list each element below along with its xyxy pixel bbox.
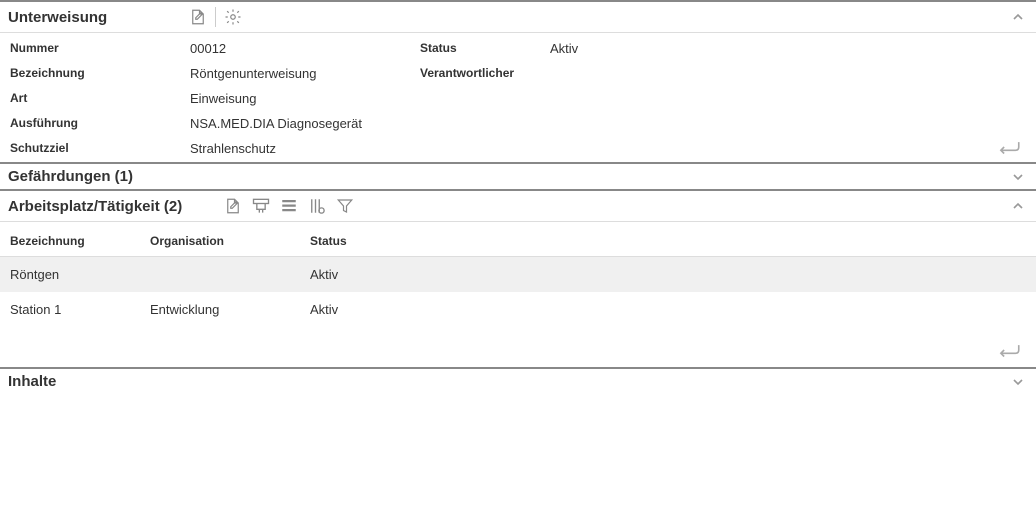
value-status: Aktiv [550,41,750,56]
label-verantwortlicher: Verantwortlicher [420,66,550,81]
panel-title-gefaehrdungen: Gefährdungen (1) [8,168,133,185]
collapse-toggle-arbeitsplatz[interactable] [1010,198,1026,214]
panel-title-unterweisung: Unterweisung [8,9,107,26]
table-row[interactable]: Station 1 Entwicklung Aktiv [0,292,1036,327]
col-organisation[interactable]: Organisation [140,226,300,257]
value-nummer: 00012 [190,41,420,56]
panel-title-inhalte: Inhalte [8,373,56,390]
cell-organisation: Entwicklung [140,292,300,327]
label-schutzziel: Schutzziel [10,141,190,156]
expand-toggle-inhalte[interactable] [1010,374,1026,390]
panel-header-arbeitsplatz: Arbeitsplatz/Tätigkeit (2) [0,191,1036,222]
columns-settings-icon[interactable] [306,195,328,217]
panel-header-unterweisung: Unterweisung [0,2,1036,33]
panel-body-arbeitsplatz: Bezeichnung Organisation Status Röntgen … [0,226,1036,367]
table-row[interactable]: Röntgen Aktiv [0,257,1036,293]
value-bezeichnung: Röntgenunterweisung [190,66,420,81]
cell-bezeichnung: Station 1 [0,292,140,327]
cell-status: Aktiv [300,257,1036,293]
label-status: Status [420,41,550,56]
value-ausfuehrung: NSA.MED.DIA Diagnosegerät [190,116,420,131]
cell-status: Aktiv [300,292,1036,327]
label-art: Art [10,91,190,106]
panel-body-unterweisung: Nummer 00012 Status Aktiv Bezeichnung Rö… [0,33,1036,162]
col-status[interactable]: Status [300,226,1036,257]
label-bezeichnung: Bezeichnung [10,66,190,81]
col-bezeichnung[interactable]: Bezeichnung [0,226,140,257]
panel-unterweisung: Unterweisung Nummer 00012 Status A [0,0,1036,162]
return-icon[interactable] [996,341,1022,359]
toolbar-divider [215,7,216,27]
return-icon[interactable] [996,138,1022,156]
panel-header-inhalte: Inhalte [0,369,1036,394]
arbeitsplatz-table: Bezeichnung Organisation Status Röntgen … [0,226,1036,327]
value-schutzziel: Strahlenschutz [190,141,420,156]
assign-icon[interactable] [250,195,272,217]
panel-inhalte: Inhalte [0,367,1036,394]
edit-icon[interactable] [187,6,209,28]
toolbar-unterweisung [187,6,244,28]
toolbar-arbeitsplatz [222,195,356,217]
edit-icon[interactable] [222,195,244,217]
list-icon[interactable] [278,195,300,217]
expand-toggle-gefaehrdungen[interactable] [1010,169,1026,185]
cell-organisation [140,257,300,293]
label-ausfuehrung: Ausführung [10,116,190,131]
panel-arbeitsplatz: Arbeitsplatz/Tätigkeit (2) [0,189,1036,367]
label-nummer: Nummer [10,41,190,56]
cell-bezeichnung: Röntgen [0,257,140,293]
panel-gefaehrdungen: Gefährdungen (1) [0,162,1036,189]
panel-header-gefaehrdungen: Gefährdungen (1) [0,164,1036,189]
value-verantwortlicher [550,66,750,81]
value-art: Einweisung [190,91,420,106]
filter-icon[interactable] [334,195,356,217]
collapse-toggle-unterweisung[interactable] [1010,9,1026,25]
gear-icon[interactable] [222,6,244,28]
panel-title-arbeitsplatz: Arbeitsplatz/Tätigkeit (2) [8,198,182,215]
